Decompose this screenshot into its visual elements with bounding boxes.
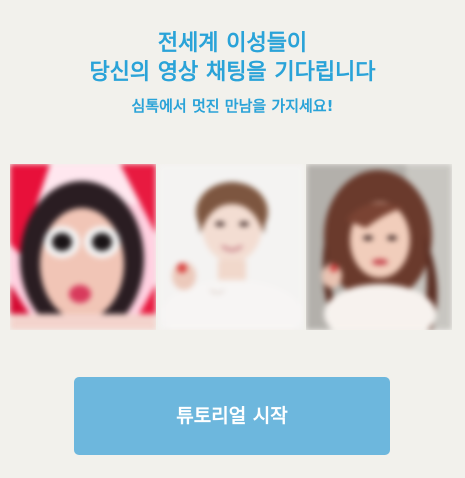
tutorial-intro-screen: 전세계 이성들이 당신의 영상 채팅을 기다립니다 심톡에서 멋진 만남을 가지… xyxy=(0,0,465,478)
headline: 전세계 이성들이 당신의 영상 채팅을 기다립니다 xyxy=(0,29,465,87)
profile-photo-3 xyxy=(306,164,452,330)
profile-photo-strip xyxy=(10,164,454,330)
profile-photo-2 xyxy=(158,164,304,330)
headline-line-1: 전세계 이성들이 xyxy=(157,31,308,56)
profile-photo-1 xyxy=(10,164,156,330)
subtitle: 심톡에서 멋진 만남을 가지세요! xyxy=(131,97,334,115)
start-tutorial-button[interactable]: 튜토리얼 시작 xyxy=(74,377,390,455)
headline-line-2: 당신의 영상 채팅을 기다립니다 xyxy=(89,60,376,85)
